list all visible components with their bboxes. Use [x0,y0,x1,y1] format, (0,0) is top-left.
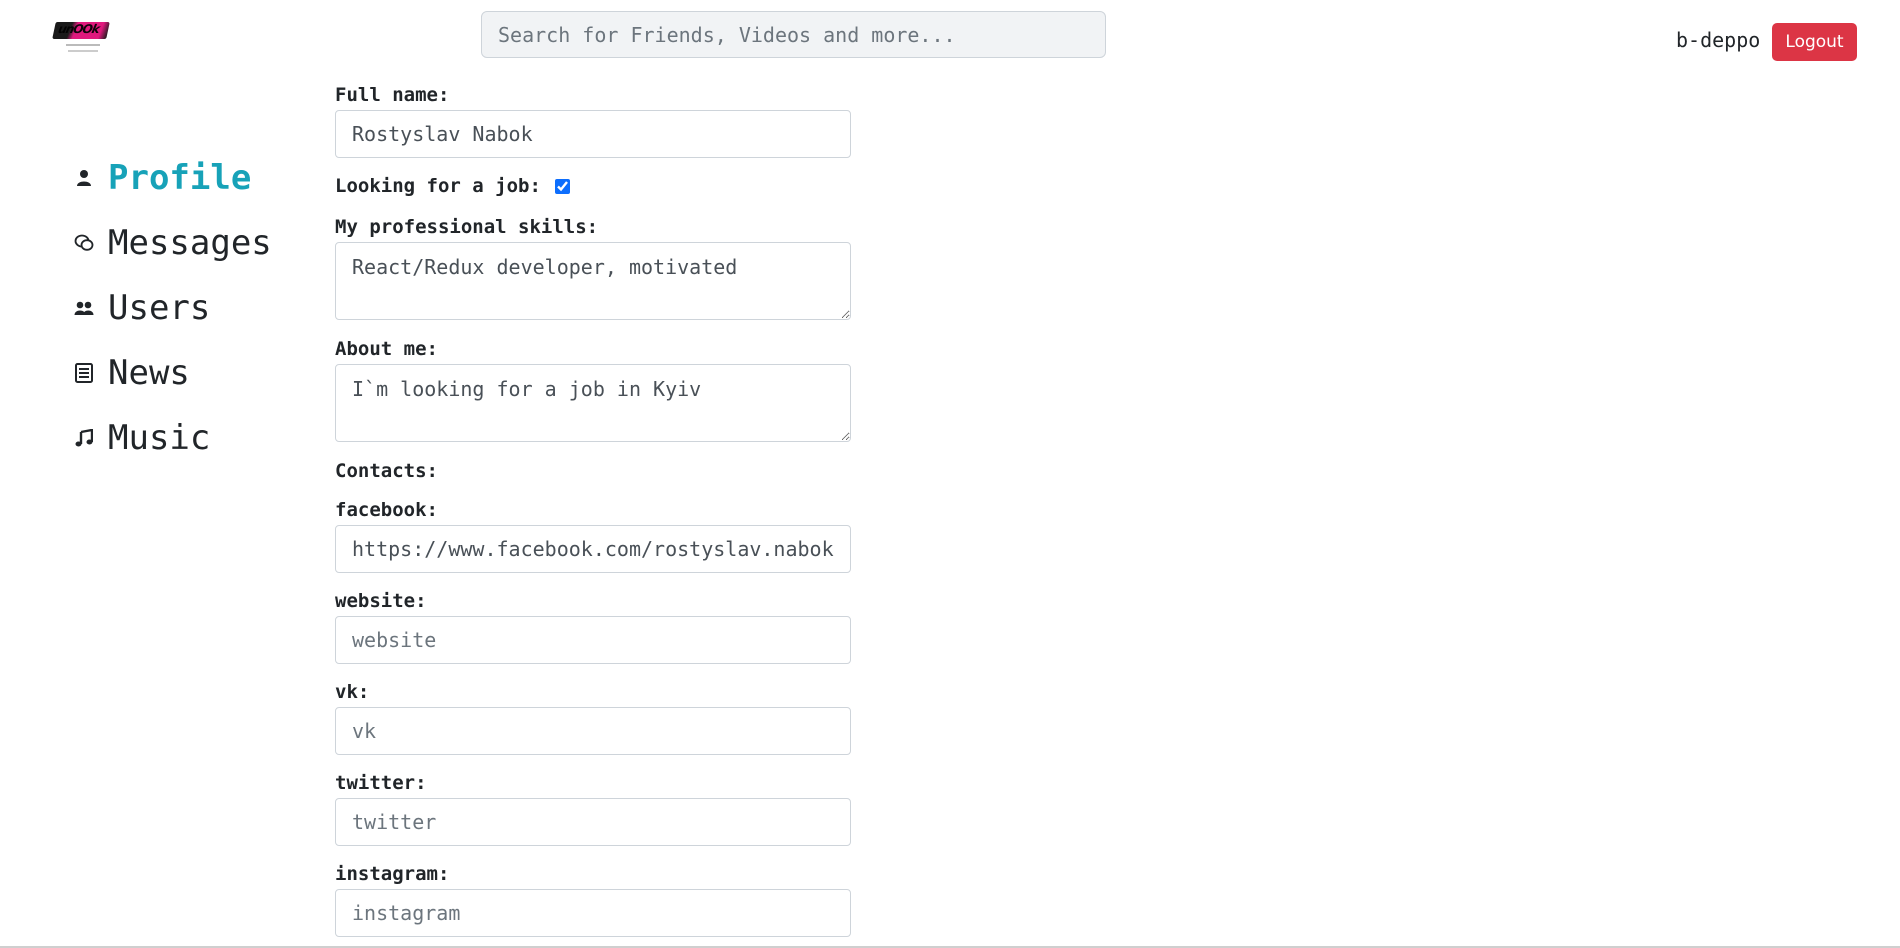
sidebar-item-label: Profile [108,157,252,198]
person-icon [74,168,94,188]
sidebar-item-label: Music [108,417,211,458]
newspaper-icon [74,362,94,383]
sidebar-item-label: Users [108,287,211,328]
about-me-label: About me: [335,338,438,360]
twitter-label: twitter: [335,772,427,794]
sidebar-item-label: Messages [108,222,272,263]
logo-text: unOOk [56,22,101,36]
website-label: website: [335,590,427,612]
sidebar-item-profile[interactable]: Profile [74,145,272,210]
profile-edit-form: Full name: Looking for a job: My profess… [335,84,851,937]
music-note-icon [74,428,94,448]
logo[interactable]: unOOk [52,20,112,58]
vk-label: vk: [335,681,370,703]
vk-input[interactable] [335,707,851,755]
instagram-label: instagram: [335,863,450,885]
full-name-label: Full name: [335,84,450,106]
search-input[interactable] [481,11,1106,58]
facebook-label: facebook: [335,499,438,521]
sidebar-item-news[interactable]: News [74,340,272,405]
looking-for-job-row: Looking for a job: [335,175,851,197]
sidebar-item-label: News [108,352,190,393]
full-name-input[interactable] [335,110,851,158]
instagram-input[interactable] [335,889,851,937]
header: unOOk b-deppo Logout [0,0,1900,70]
skills-textarea[interactable]: React/Redux developer, motivated [335,242,851,320]
twitter-input[interactable] [335,798,851,846]
contacts-label: Contacts: [335,460,438,482]
username: b-deppo [1676,28,1761,52]
logout-button[interactable]: Logout [1772,23,1857,61]
sidebar-item-music[interactable]: Music [74,405,272,470]
sidebar-nav: Profile Messages Users News Music [74,145,272,470]
looking-for-job-checkbox[interactable] [554,178,570,194]
about-me-textarea[interactable]: I`m looking for a job in Kyiv [335,364,851,442]
sidebar-item-messages[interactable]: Messages [74,210,272,275]
skills-label: My professional skills: [335,216,599,238]
facebook-input[interactable] [335,525,851,573]
people-icon [74,298,94,318]
website-input[interactable] [335,616,851,664]
sidebar-item-users[interactable]: Users [74,275,272,340]
chat-icon [74,233,94,253]
looking-for-job-label: Looking for a job: [335,175,541,197]
